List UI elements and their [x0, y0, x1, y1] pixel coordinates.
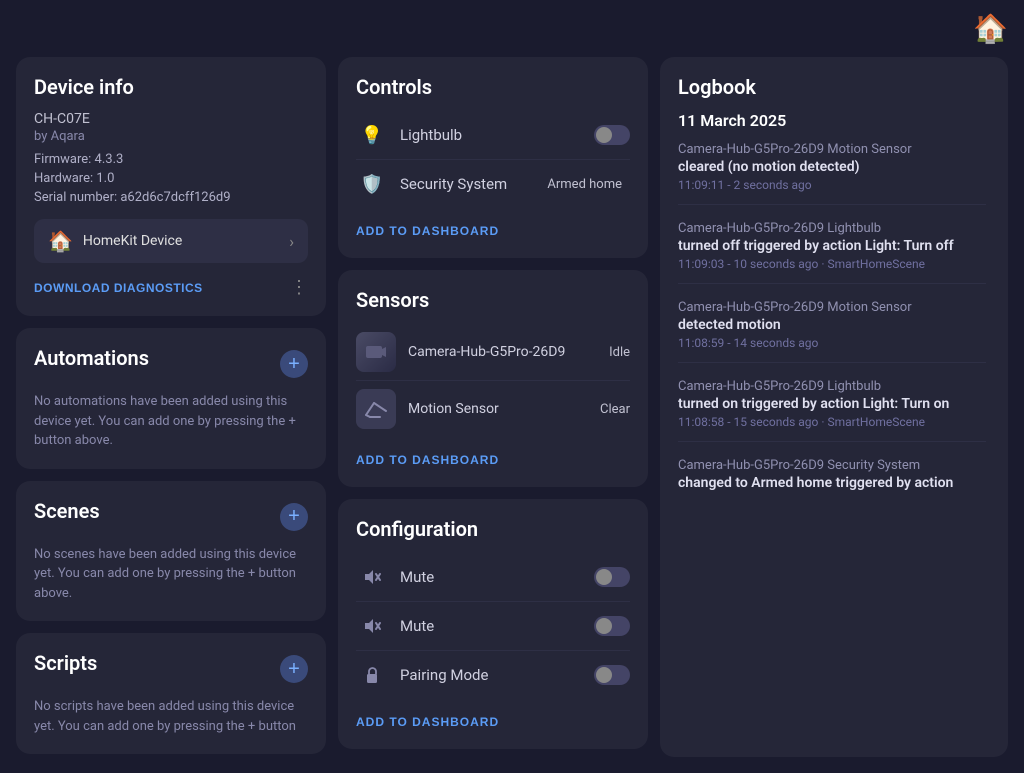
- scenes-empty-text: No scenes have been added using this dev…: [34, 545, 308, 604]
- logbook-device: Camera-Hub-G5Pro-26D9 Lightbulb: [678, 379, 986, 394]
- sensors-add-dashboard-button[interactable]: ADD TO DASHBOARD: [356, 443, 630, 469]
- lightbulb-label: Lightbulb: [400, 126, 594, 144]
- add-script-button[interactable]: +: [280, 655, 308, 683]
- scenes-title: Scenes: [34, 499, 100, 523]
- control-security-system: 🛡️ Security System Armed home: [356, 160, 630, 208]
- homekit-label: HomeKit Device: [83, 233, 289, 249]
- configuration-card: Configuration Mute: [338, 499, 648, 749]
- diagnostics-row: DOWNLOAD DIAGNOSTICS ⋮: [34, 277, 308, 298]
- scripts-empty-text: No scripts have been added using this de…: [34, 697, 308, 736]
- motion-status: Clear: [600, 402, 630, 417]
- control-lightbulb: 💡 Lightbulb: [356, 111, 630, 160]
- config-mute-1: Mute: [356, 553, 630, 602]
- sensors-card: Sensors Camera-Hub-G5Pro-26D9 Idle: [338, 270, 648, 487]
- logbook-entry: Camera-Hub-G5Pro-26D9 Motion Sensor dete…: [678, 300, 986, 363]
- device-hardware: Hardware: 1.0: [34, 171, 308, 186]
- device-brand: by Aqara: [34, 129, 308, 144]
- logbook-device: Camera-Hub-G5Pro-26D9 Security System: [678, 458, 986, 473]
- sensor-camera: Camera-Hub-G5Pro-26D9 Idle: [356, 324, 630, 381]
- logbook-title: Logbook: [678, 75, 990, 99]
- configuration-add-dashboard-button[interactable]: ADD TO DASHBOARD: [356, 705, 630, 731]
- security-label: Security System: [400, 175, 547, 193]
- device-firmware: Firmware: 4.3.3: [34, 152, 308, 167]
- more-options-icon[interactable]: ⋮: [290, 277, 308, 298]
- config-pairing: Pairing Mode: [356, 651, 630, 699]
- automations-empty-text: No automations have been added using thi…: [34, 392, 308, 451]
- top-bar: 🏠: [0, 0, 1024, 57]
- logbook-device: Camera-Hub-G5Pro-26D9 Motion Sensor: [678, 300, 986, 315]
- scripts-header: Scripts +: [34, 651, 308, 687]
- logbook-card: Logbook 11 March 2025 Camera-Hub-G5Pro-2…: [660, 57, 1008, 757]
- logbook-entry: Camera-Hub-G5Pro-26D9 Lightbulb turned o…: [678, 221, 986, 284]
- homekit-row[interactable]: 🏠 HomeKit Device ›: [34, 219, 308, 263]
- controls-card: Controls 💡 Lightbulb 🛡️ Security System …: [338, 57, 648, 258]
- download-diagnostics-button[interactable]: DOWNLOAD DIAGNOSTICS: [34, 281, 203, 295]
- automations-title: Automations: [34, 346, 149, 370]
- security-value: Armed home: [547, 177, 622, 192]
- mute-2-label: Mute: [400, 617, 594, 635]
- logbook-entry: Camera-Hub-G5Pro-26D9 Motion Sensor clea…: [678, 142, 986, 205]
- mute-2-icon: [356, 610, 388, 642]
- logbook-time: 11:09:11 - 2 seconds ago: [678, 178, 986, 192]
- controls-title: Controls: [356, 75, 630, 99]
- logbook-time: 11:08:59 - 14 seconds ago: [678, 336, 986, 350]
- lightbulb-icon: 💡: [356, 119, 388, 151]
- logbook-event: turned on triggered by action Light: Tur…: [678, 396, 986, 412]
- config-mute-2: Mute: [356, 602, 630, 651]
- security-icon: 🛡️: [356, 168, 388, 200]
- device-serial: Serial number: a62d6c7dcff126d9: [34, 190, 308, 205]
- scenes-header: Scenes +: [34, 499, 308, 535]
- logbook-device: Camera-Hub-G5Pro-26D9 Lightbulb: [678, 221, 986, 236]
- logbook-event: detected motion: [678, 317, 986, 333]
- camera-thumbnail: [356, 332, 396, 372]
- logbook-list: Camera-Hub-G5Pro-26D9 Motion Sensor clea…: [678, 142, 990, 739]
- logbook-time: 11:08:58 - 15 seconds ago · SmartHomeSce…: [678, 415, 986, 429]
- camera-label: Camera-Hub-G5Pro-26D9: [408, 344, 609, 360]
- pairing-mode-icon: [356, 659, 388, 691]
- device-info-card: Device info CH-C07E by Aqara Firmware: 4…: [16, 57, 326, 316]
- automations-card: Automations + No automations have been a…: [16, 328, 326, 469]
- logbook-event: turned off triggered by action Light: Tu…: [678, 238, 986, 254]
- lightbulb-toggle[interactable]: [594, 125, 630, 145]
- mute-1-label: Mute: [400, 568, 594, 586]
- logbook-date: 11 March 2025: [678, 111, 990, 130]
- sensor-motion: Motion Sensor Clear: [356, 381, 630, 437]
- scenes-card: Scenes + No scenes have been added using…: [16, 481, 326, 622]
- home-icon[interactable]: 🏠: [973, 12, 1008, 45]
- logbook-time: 11:09:03 - 10 seconds ago · SmartHomeSce…: [678, 257, 986, 271]
- chevron-right-icon: ›: [289, 232, 294, 251]
- device-info-title: Device info: [34, 75, 308, 99]
- mute-2-toggle[interactable]: [594, 616, 630, 636]
- motion-label: Motion Sensor: [408, 401, 600, 417]
- add-scene-button[interactable]: +: [280, 503, 308, 531]
- logbook-entry: Camera-Hub-G5Pro-26D9 Lightbulb turned o…: [678, 379, 986, 442]
- logbook-device: Camera-Hub-G5Pro-26D9 Motion Sensor: [678, 142, 986, 157]
- homekit-icon: 🏠: [48, 229, 73, 253]
- logbook-event: cleared (no motion detected): [678, 159, 986, 175]
- configuration-title: Configuration: [356, 517, 630, 541]
- scripts-card: Scripts + No scripts have been added usi…: [16, 633, 326, 754]
- pairing-mode-label: Pairing Mode: [400, 666, 594, 684]
- motion-sensor-icon: [356, 389, 396, 429]
- logbook-entry: Camera-Hub-G5Pro-26D9 Security System ch…: [678, 458, 986, 506]
- automations-header: Automations +: [34, 346, 308, 382]
- camera-status: Idle: [609, 345, 630, 360]
- pairing-mode-toggle[interactable]: [594, 665, 630, 685]
- mute-1-icon: [356, 561, 388, 593]
- sensors-title: Sensors: [356, 288, 630, 312]
- device-model: CH-C07E: [34, 111, 308, 127]
- mute-1-toggle[interactable]: [594, 567, 630, 587]
- scripts-title: Scripts: [34, 651, 97, 675]
- add-automation-button[interactable]: +: [280, 350, 308, 378]
- controls-add-dashboard-button[interactable]: ADD TO DASHBOARD: [356, 214, 630, 240]
- logbook-event: changed to Armed home triggered by actio…: [678, 475, 986, 491]
